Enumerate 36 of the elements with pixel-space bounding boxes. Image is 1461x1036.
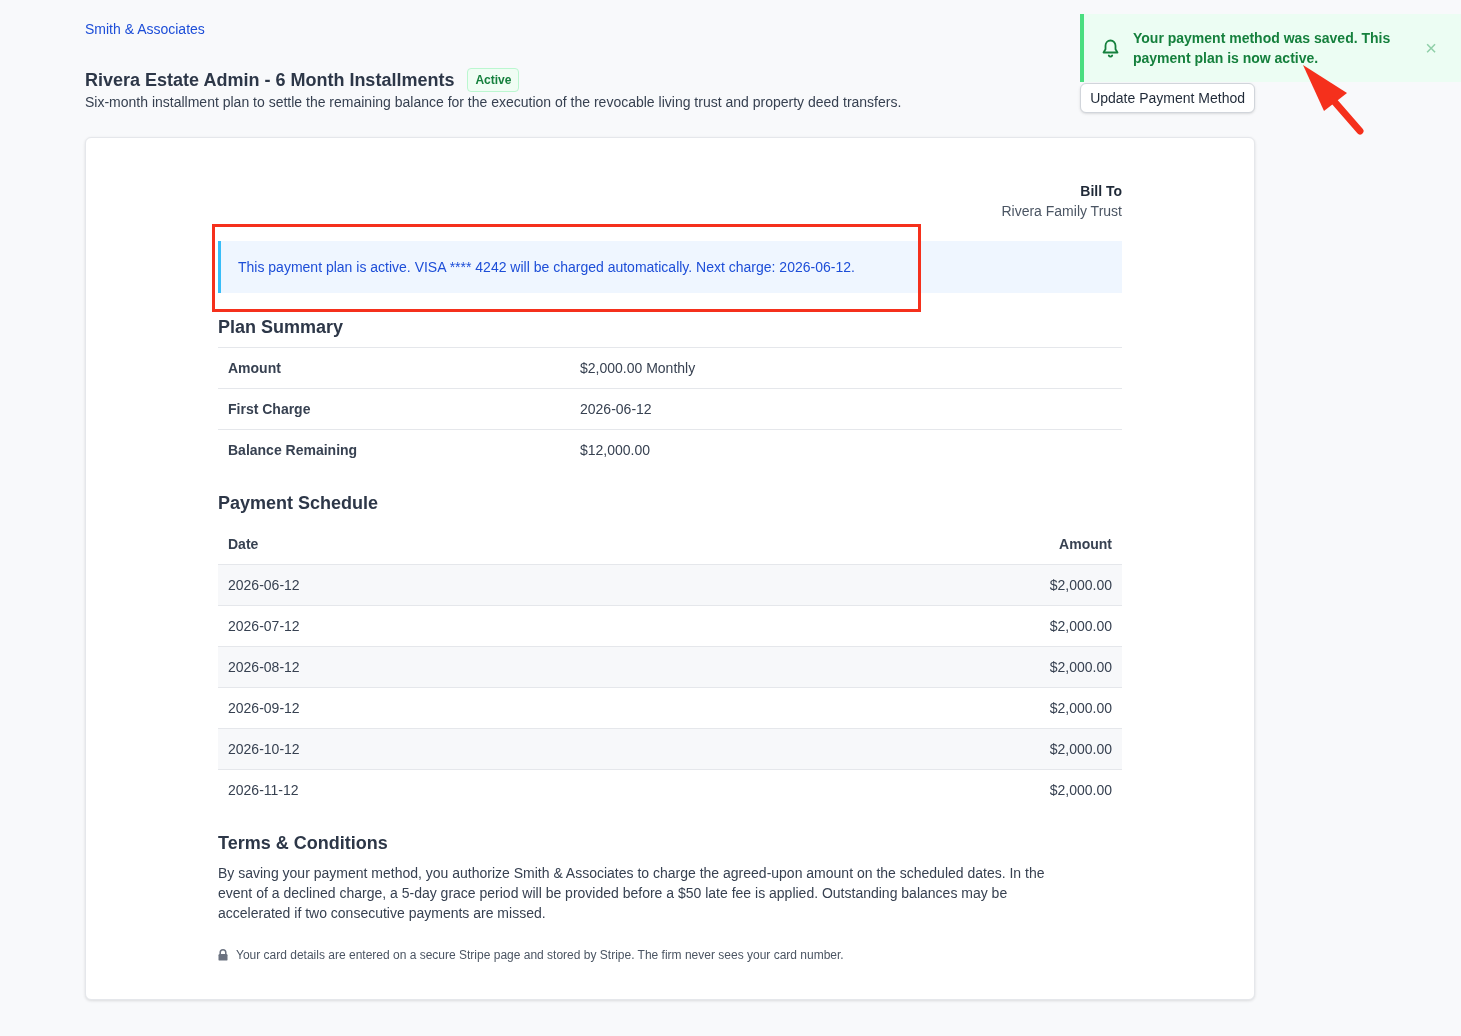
schedule-date: 2026-06-12 (228, 576, 300, 595)
schedule-date: 2026-07-12 (228, 617, 300, 636)
column-header: Date (228, 534, 259, 554)
lock-icon (218, 949, 228, 961)
schedule-amount: $2,000.00 (1049, 699, 1112, 718)
summary-label: First Charge (227, 400, 312, 419)
schedule-date: 2026-08-12 (228, 658, 300, 677)
summary-value: $2,000.00 Monthly (580, 359, 696, 378)
toast-message: Your payment method was saved. This payment plan is now active. (1133, 29, 1392, 68)
schedule-date: 2026-11-12 (228, 781, 299, 800)
section-heading: Plan Summary (218, 316, 345, 339)
section-heading: Payment Schedule (218, 492, 380, 515)
column-header: Amount (1059, 534, 1112, 554)
schedule-date: 2026-09-12 (228, 699, 300, 718)
summary-label: Balance Remaining (227, 441, 359, 460)
bell-icon (1102, 38, 1119, 58)
schedule-amount: $2,000.00 (1049, 617, 1112, 636)
security-note: Your card details are entered on a secure Stripe page and stored by Stripe. The firm never sees your card number. (236, 947, 844, 963)
bill-to-name: Rivera Family Trust (1001, 202, 1122, 221)
terms-text: By saving your payment method, you authorize Smith & Associates to charge the agreed-upon amount on the scheduled dates. In the event of a declined charge, a 5-day grace period will be provided before a $50 late fee is applied. Outstanding balances may be accelerated if two consecutive payments are missed. (218, 864, 1046, 923)
schedule-date: 2026-10-12 (228, 740, 300, 759)
summary-label: Amount (227, 359, 282, 378)
firm-link[interactable]: Smith & Associates (85, 19, 205, 39)
status-badge: Active (467, 68, 520, 92)
info-alert: This payment plan is active. VISA **** 4242 will be charged automatically. Next charge: 2026-06-12. (218, 241, 1122, 293)
schedule-amount: $2,000.00 (1049, 740, 1112, 759)
summary-value: $12,000.00 (580, 441, 651, 460)
bill-to-label: Bill To (1080, 182, 1122, 201)
summary-value: 2026-06-12 (580, 400, 652, 419)
schedule-amount: $2,000.00 (1049, 781, 1112, 800)
section-heading: Terms & Conditions (218, 832, 389, 855)
plan-description: Six-month installment plan to settle the remaining balance for the execution of the revocable living trust and property deed transfers. (85, 93, 902, 112)
update-payment-method-button[interactable]: Update Payment Method (1080, 83, 1255, 113)
schedule-amount: $2,000.00 (1049, 576, 1112, 595)
page-title: Rivera Estate Admin - 6 Month Installments (85, 69, 455, 92)
schedule-amount: $2,000.00 (1049, 658, 1112, 677)
